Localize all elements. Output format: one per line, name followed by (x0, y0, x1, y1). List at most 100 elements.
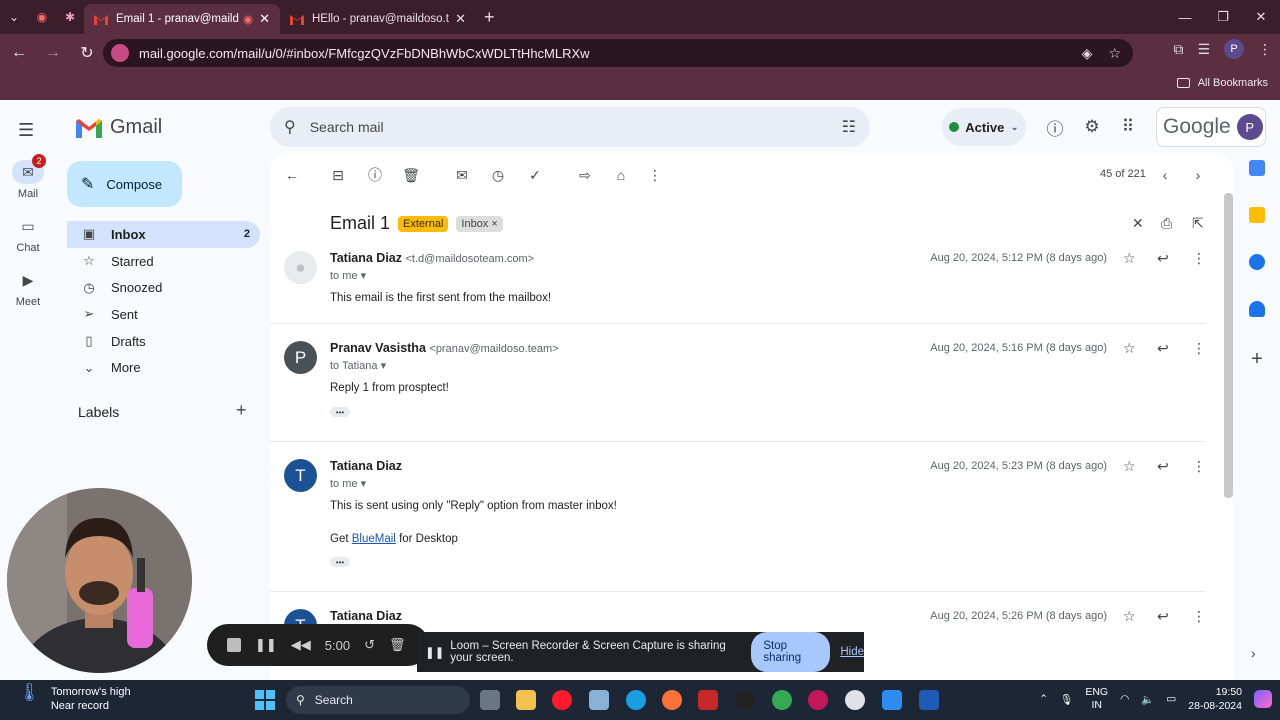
webcam-bubble[interactable] (7, 488, 192, 673)
report-spam-icon[interactable]: ⓘ (365, 165, 385, 185)
recipient-dropdown[interactable]: to Tatiana ▾ (330, 359, 386, 372)
rail-chat[interactable]: ▭ Chat (0, 214, 56, 268)
star-icon[interactable]: ☆ (1123, 250, 1136, 267)
thread-scrollbar[interactable] (1224, 193, 1233, 498)
windows-start-icon[interactable] (255, 690, 275, 710)
reply-icon[interactable]: ↩ (1157, 340, 1169, 357)
edge-icon[interactable] (626, 690, 646, 710)
more-kebab-icon[interactable]: ⋮ (645, 165, 665, 185)
main-menu-hamburger-icon[interactable]: ☰ (18, 120, 38, 141)
bluemail-link[interactable]: BlueMail (352, 533, 396, 545)
nav-inbox[interactable]: ▣ Inbox 2 (67, 221, 260, 248)
google-account-button[interactable]: Google P (1156, 107, 1266, 147)
extensions-puzzle-icon[interactable]: ⧉ (1173, 41, 1183, 58)
loom-record-icon[interactable]: ◉ (28, 3, 56, 31)
copilot-icon[interactable] (1254, 690, 1272, 708)
recipient-dropdown[interactable]: to me ▾ (330, 269, 366, 282)
chevron-up-icon[interactable]: ⌃ (1039, 693, 1048, 705)
speaker-icon[interactable]: 🔈 (1141, 693, 1154, 706)
address-bar[interactable]: mail.google.com/mail/u/0/#inbox/FMfcgzQV… (103, 39, 1133, 67)
help-icon[interactable]: ⓘ (1044, 116, 1066, 139)
label-tag-icon[interactable]: ⌂ (611, 165, 631, 185)
eye-icon[interactable]: ◈ (1082, 45, 1093, 62)
close-tab-icon[interactable]: ✕ (455, 11, 466, 27)
search-mail-input[interactable]: ⚲ Search mail ☷ (270, 107, 870, 147)
tasks-icon[interactable] (1249, 254, 1265, 270)
microphone-icon[interactable]: 🎙 (1060, 693, 1073, 706)
hide-sharing-bar-link[interactable]: Hide (840, 646, 864, 658)
app-icon[interactable] (919, 690, 939, 710)
minimize-icon[interactable]: — (1166, 0, 1204, 34)
search-icon[interactable]: ⚲ (284, 117, 296, 137)
back-to-inbox-icon[interactable]: ← (282, 165, 302, 185)
reload-icon[interactable]: ↻ (72, 38, 102, 68)
calendar-icon[interactable] (1249, 160, 1265, 176)
star-icon[interactable]: ☆ (1123, 340, 1136, 357)
remove-label-x-icon[interactable]: × (491, 218, 497, 230)
more-kebab-icon[interactable]: ⋮ (1192, 458, 1206, 475)
delete-trash-icon[interactable]: 🗑 (401, 165, 421, 185)
stop-recording-icon[interactable] (227, 638, 241, 652)
more-kebab-icon[interactable]: ⋮ (1192, 608, 1206, 625)
reply-icon[interactable]: ↩ (1157, 250, 1169, 267)
restart-icon[interactable]: ↺ (364, 637, 375, 653)
firefox-icon[interactable] (662, 690, 682, 710)
show-trimmed-content-button[interactable]: ••• (330, 557, 350, 567)
bookmark-star-icon[interactable]: ☆ (1108, 45, 1121, 62)
reply-icon[interactable]: ↩ (1157, 458, 1169, 475)
rail-meet[interactable]: ▶ Meet (0, 268, 56, 322)
taskbar-search[interactable]: ⚲ Search (286, 686, 470, 714)
reply-icon[interactable]: ↩ (1157, 608, 1169, 625)
pause-icon[interactable]: ❚❚ (255, 637, 277, 653)
get-addons-plus-icon[interactable]: + (1241, 348, 1273, 371)
task-view-icon[interactable] (480, 690, 500, 710)
notepad-icon[interactable] (882, 690, 902, 710)
newer-chevron-left-icon[interactable]: ‹ (1155, 165, 1175, 185)
stop-sharing-button[interactable]: Stop sharing (751, 632, 831, 672)
add-task-icon[interactable]: ✓ (525, 165, 545, 185)
all-bookmarks-button[interactable]: All Bookmarks (1176, 77, 1268, 89)
voicemeeter-icon[interactable] (698, 690, 718, 710)
open-new-window-icon[interactable]: ⇱ (1192, 215, 1204, 232)
gmail-logo[interactable]: Gmail (76, 116, 162, 139)
snooze-clock-icon[interactable]: ◷ (488, 165, 508, 185)
nav-snoozed[interactable]: ◷ Snoozed (67, 274, 260, 301)
more-kebab-icon[interactable]: ⋮ (1192, 340, 1206, 357)
compose-button[interactable]: ✎ Compose (67, 161, 182, 207)
site-info-icon[interactable] (111, 44, 129, 62)
nav-sent[interactable]: ➢ Sent (67, 301, 260, 328)
account-avatar[interactable]: P (1236, 114, 1263, 140)
show-side-panel-chevron-icon[interactable]: › (1251, 645, 1256, 661)
archive-icon[interactable]: ⊟ (328, 165, 348, 185)
file-explorer-icon[interactable] (516, 690, 536, 710)
mark-unread-icon[interactable]: ✉ (452, 165, 472, 185)
obs-icon[interactable] (735, 690, 755, 710)
recipient-dropdown[interactable]: to me ▾ (330, 477, 366, 490)
collapse-all-icon[interactable]: ✕ (1132, 215, 1144, 232)
status-dropdown[interactable]: Active ⌄ (942, 108, 1026, 146)
tab-email-1[interactable]: Email 1 - pranav@maildoso.team ◉ ✕ (84, 4, 280, 34)
search-options-icon[interactable]: ☷ (842, 117, 856, 137)
rail-mail[interactable]: ✉ 2 Mail (0, 154, 56, 214)
add-label-plus-icon[interactable]: + (236, 400, 247, 421)
wifi-icon[interactable]: ◠ (1120, 693, 1129, 705)
clock[interactable]: 19:50 28-08-2024 (1188, 685, 1242, 713)
star-icon[interactable]: ☆ (1123, 458, 1136, 475)
tab-hello[interactable]: HEllo - pranav@maildoso.team ✕ (280, 4, 476, 34)
reading-list-icon[interactable]: ☰ (1197, 41, 1210, 58)
apps-grid-icon[interactable]: ⠿ (1117, 116, 1139, 138)
steam-icon[interactable] (845, 690, 865, 710)
language-indicator[interactable]: ENG IN (1085, 686, 1108, 712)
close-tab-icon[interactable]: ✕ (259, 11, 270, 27)
photos-icon[interactable] (589, 690, 609, 710)
new-tab-plus-icon[interactable]: + (484, 7, 495, 28)
battery-icon[interactable]: ▭ (1166, 693, 1176, 705)
settings-gear-icon[interactable]: ⚙ (1081, 116, 1103, 138)
show-trimmed-content-button[interactable]: ••• (330, 407, 350, 417)
opera-icon[interactable] (552, 690, 572, 710)
forward-arrow-icon[interactable]: → (38, 38, 68, 68)
print-icon[interactable]: ⎙ (1161, 215, 1172, 232)
keep-icon[interactable] (1249, 207, 1265, 223)
browser-menu-kebab-icon[interactable]: ⋮ (1258, 41, 1272, 58)
move-to-folder-icon[interactable]: ⇨ (575, 165, 595, 185)
